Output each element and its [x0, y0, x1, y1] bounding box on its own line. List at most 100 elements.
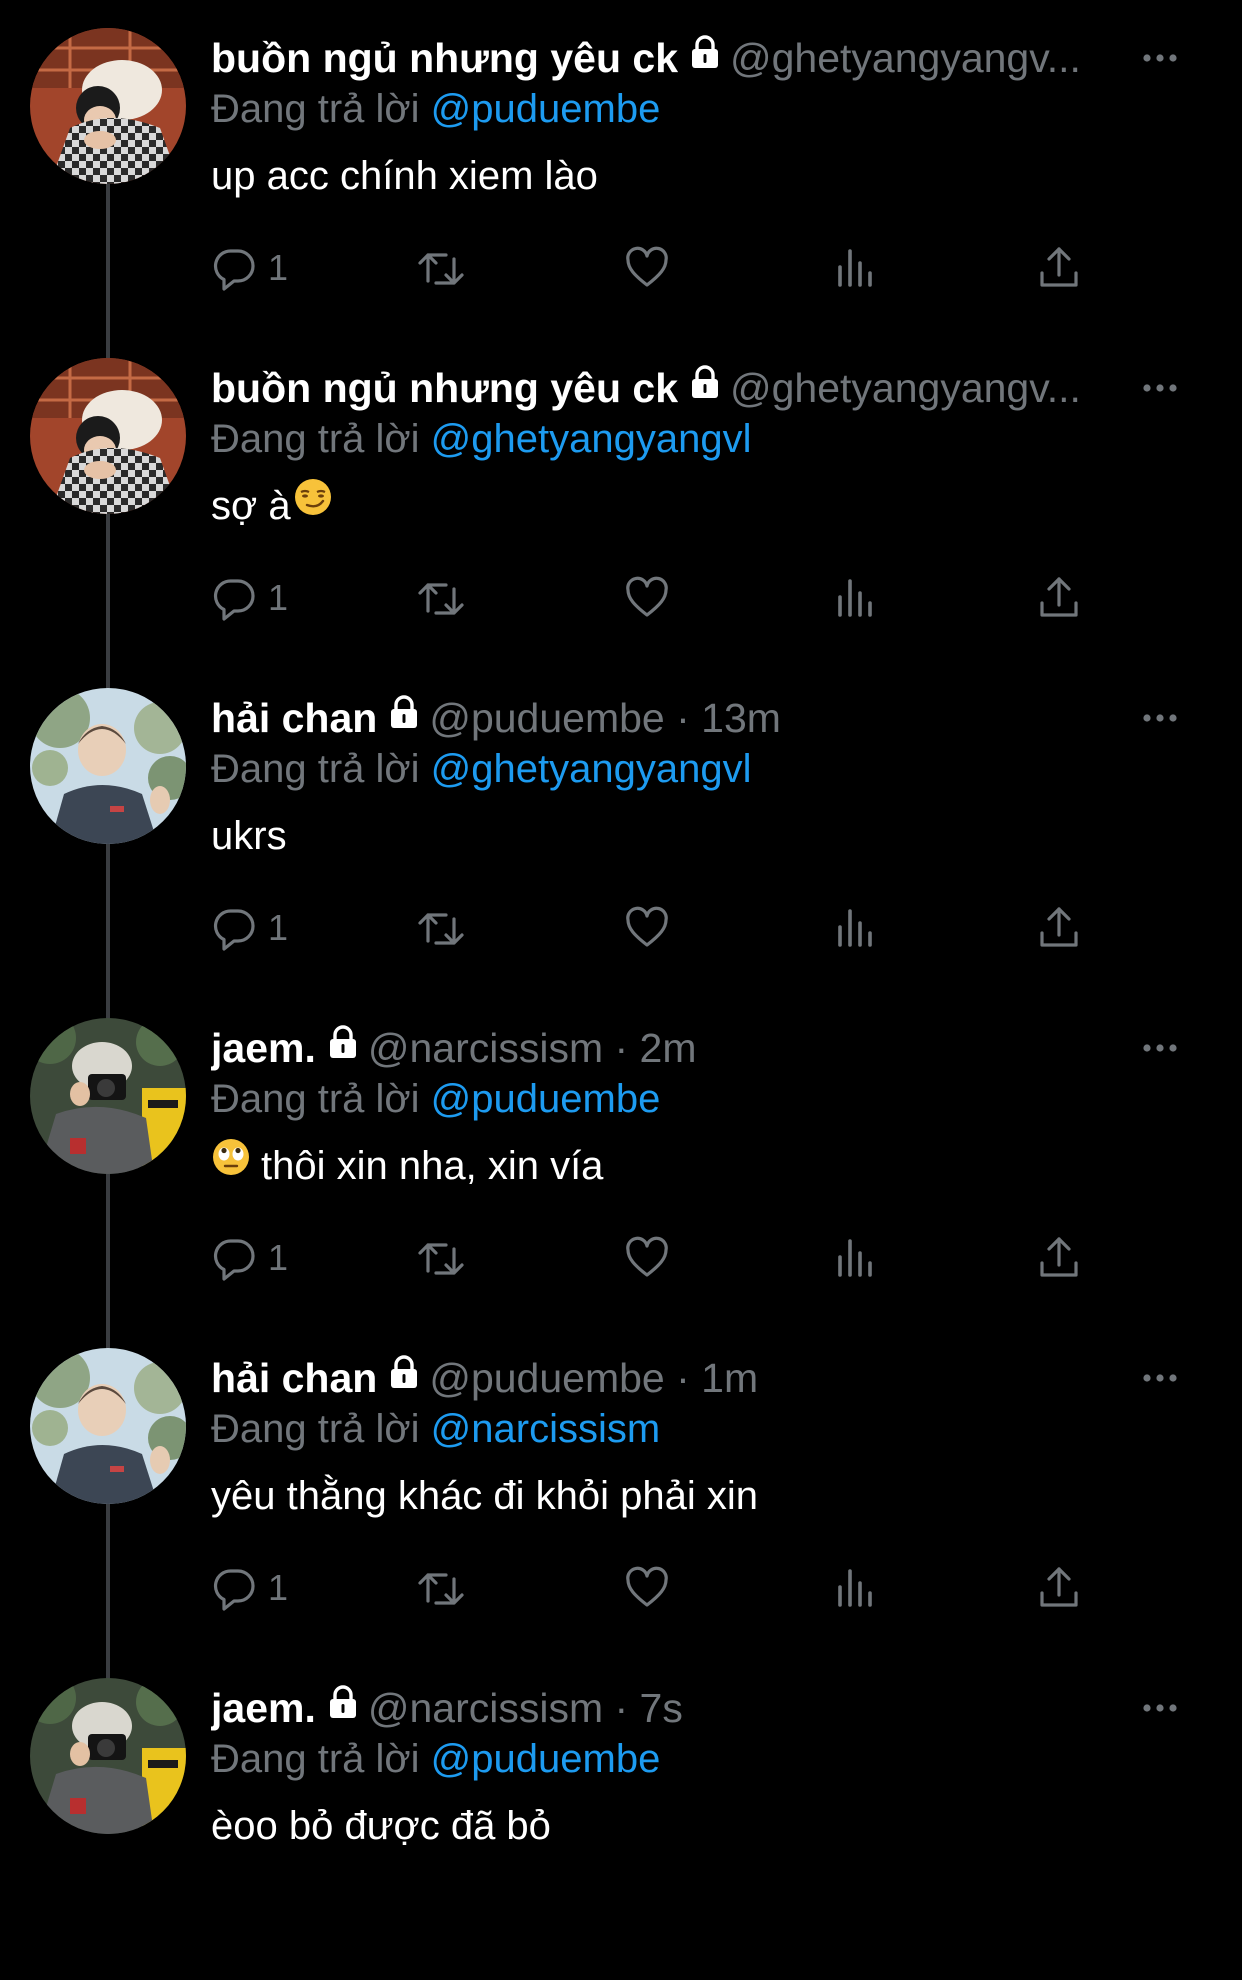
- tweet-text: up acc chính xiem lào: [211, 148, 598, 204]
- tweet-header: buồn ngủ nhưng yêu ck @ghetyangyangv...: [211, 30, 1151, 86]
- avatar-outdoor-tree: [30, 1348, 186, 1504]
- avatar-camera: [30, 1678, 186, 1834]
- handle[interactable]: @narcissism: [368, 1685, 603, 1731]
- reply-button[interactable]: 1: [212, 240, 288, 296]
- tweet[interactable]: buồn ngủ nhưng yêu ck @ghetyangyangv... Đa…: [0, 330, 1242, 660]
- retweet-button[interactable]: [416, 1230, 466, 1286]
- reply-prefix: Đang trả lời: [211, 1407, 420, 1451]
- tweet-text: thôi xin nha, xin vía: [211, 1138, 603, 1196]
- views-button[interactable]: [832, 570, 878, 626]
- handle[interactable]: @puduembe: [429, 695, 664, 741]
- reply-thread: buồn ngủ nhưng yêu ck @ghetyangyangv... Đa…: [0, 0, 1242, 1848]
- tweet-text: yêu thằng khác đi khỏi phải xin: [211, 1468, 758, 1524]
- like-icon: [624, 1235, 670, 1281]
- tweet[interactable]: jaem. @narcissism · 7s Đang trả lời @pudue…: [0, 1650, 1242, 1980]
- retweet-button[interactable]: [416, 900, 466, 956]
- action-bar: 1: [0, 240, 1242, 296]
- reply-icon: [212, 1565, 258, 1611]
- views-button[interactable]: [832, 240, 878, 296]
- timestamp[interactable]: 2m: [640, 1025, 697, 1071]
- views-button[interactable]: [832, 900, 878, 956]
- avatar[interactable]: [30, 1018, 186, 1174]
- smirk-emoji: [293, 476, 333, 532]
- reply-prefix: Đang trả lời: [211, 417, 420, 461]
- views-button[interactable]: [832, 1230, 878, 1286]
- avatar[interactable]: [30, 358, 186, 514]
- more-options-icon[interactable]: [1140, 38, 1180, 78]
- like-button[interactable]: [624, 900, 670, 956]
- tweet-body: up acc chính xiem lào: [211, 154, 598, 198]
- action-bar: 1: [0, 900, 1242, 956]
- more-options-icon[interactable]: [1140, 1688, 1180, 1728]
- more-options-icon[interactable]: [1140, 1358, 1180, 1398]
- like-button[interactable]: [624, 570, 670, 626]
- like-icon: [624, 905, 670, 951]
- reply-count: 1: [268, 1237, 289, 1278]
- more-options-icon[interactable]: [1140, 698, 1180, 738]
- avatar[interactable]: [30, 28, 186, 184]
- display-name[interactable]: buồn ngủ nhưng yêu ck: [211, 35, 678, 81]
- timestamp[interactable]: 1m: [701, 1355, 758, 1401]
- display-name[interactable]: jaem.: [211, 1685, 316, 1731]
- timestamp[interactable]: 13m: [701, 695, 781, 741]
- share-button[interactable]: [1036, 1230, 1082, 1286]
- display-name[interactable]: buồn ngủ nhưng yêu ck: [211, 365, 678, 411]
- reply-button[interactable]: 1: [212, 900, 288, 956]
- reply-count: 1: [268, 907, 289, 948]
- replying-to: Đang trả lời @puduembe: [211, 1074, 660, 1124]
- avatar[interactable]: [30, 1348, 186, 1504]
- handle[interactable]: @narcissism: [368, 1025, 603, 1071]
- tweet-header: jaem. @narcissism · 2m: [211, 1020, 1151, 1076]
- display-name[interactable]: hải chan: [211, 695, 377, 741]
- share-button[interactable]: [1036, 240, 1082, 296]
- reply-to-link[interactable]: @puduembe: [431, 1077, 661, 1121]
- display-name[interactable]: jaem.: [211, 1025, 316, 1071]
- action-bar: 1: [0, 1230, 1242, 1286]
- tweet[interactable]: hải chan @puduembe · 1m Đang trả lời @narc…: [0, 1320, 1242, 1650]
- handle[interactable]: @ghetyangyangv...: [730, 365, 1081, 411]
- reply-icon: [212, 575, 258, 621]
- reply-to-link[interactable]: @puduembe: [431, 87, 661, 131]
- retweet-button[interactable]: [416, 240, 466, 296]
- retweet-button[interactable]: [416, 570, 466, 626]
- like-button[interactable]: [624, 1560, 670, 1616]
- share-icon: [1036, 1565, 1082, 1611]
- reply-to-link[interactable]: @puduembe: [431, 1737, 661, 1781]
- like-icon: [624, 245, 670, 291]
- handle[interactable]: @puduembe: [429, 1355, 664, 1401]
- avatar[interactable]: [30, 688, 186, 844]
- share-icon: [1036, 1235, 1082, 1281]
- timestamp[interactable]: 7s: [640, 1685, 683, 1731]
- separator-dot: ·: [664, 1355, 702, 1401]
- reply-to-link[interactable]: @ghetyangyangvl: [431, 417, 752, 461]
- views-icon: [832, 575, 878, 621]
- like-button[interactable]: [624, 1230, 670, 1286]
- share-button[interactable]: [1036, 900, 1082, 956]
- retweet-icon: [416, 905, 466, 951]
- reply-button[interactable]: 1: [212, 1230, 288, 1286]
- reply-to-link[interactable]: @narcissism: [431, 1407, 661, 1451]
- retweet-button[interactable]: [416, 1560, 466, 1616]
- replying-to: Đang trả lời @ghetyangyangvl: [211, 414, 752, 464]
- reply-button[interactable]: 1: [212, 1560, 288, 1616]
- share-icon: [1036, 575, 1082, 621]
- tweet[interactable]: buồn ngủ nhưng yêu ck @ghetyangyangv... Đa…: [0, 0, 1242, 330]
- views-button[interactable]: [832, 1560, 878, 1616]
- avatar-checkered-hood: [30, 28, 186, 184]
- tweet[interactable]: hải chan @puduembe · 13m Đang trả lời @ghe…: [0, 660, 1242, 990]
- eye-roll-emoji: [211, 1136, 251, 1192]
- reply-to-link[interactable]: @ghetyangyangvl: [431, 747, 752, 791]
- tweet[interactable]: jaem. @narcissism · 2m Đang trả lời @pudue…: [0, 990, 1242, 1320]
- display-name[interactable]: hải chan: [211, 1355, 377, 1401]
- share-icon: [1036, 245, 1082, 291]
- more-options-icon[interactable]: [1140, 1028, 1180, 1068]
- share-icon: [1036, 905, 1082, 951]
- share-button[interactable]: [1036, 1560, 1082, 1616]
- avatar[interactable]: [30, 1678, 186, 1834]
- reply-count: 1: [268, 577, 289, 618]
- share-button[interactable]: [1036, 570, 1082, 626]
- handle[interactable]: @ghetyangyangv...: [730, 35, 1081, 81]
- like-button[interactable]: [624, 240, 670, 296]
- more-options-icon[interactable]: [1140, 368, 1180, 408]
- reply-button[interactable]: 1: [212, 570, 288, 626]
